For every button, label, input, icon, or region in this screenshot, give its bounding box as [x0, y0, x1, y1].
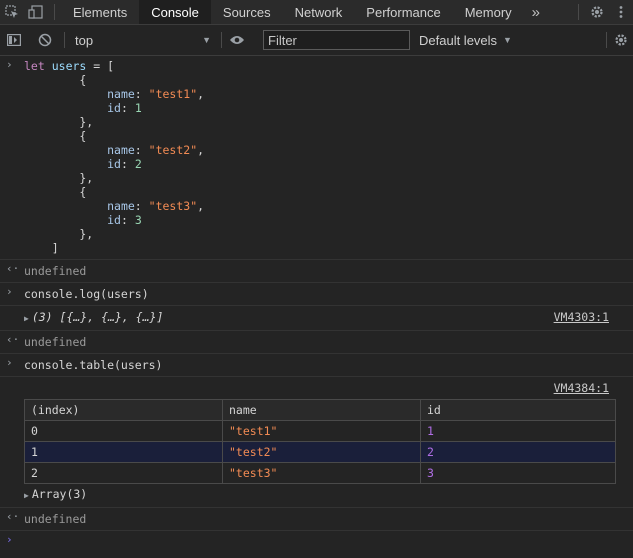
command-text: console.table(users): [24, 358, 163, 372]
log-levels-label: Default levels: [419, 32, 498, 48]
chevron-down-icon: ▼: [503, 35, 512, 45]
sidebar-toggle-icon[interactable]: [0, 28, 28, 52]
clear-console-icon[interactable]: [28, 28, 62, 52]
prompt-icon: ›: [6, 285, 13, 298]
console-input-entry: › let users = [ { name: "test1", id: 1 }…: [0, 56, 633, 260]
cell-name: "test3": [222, 462, 421, 484]
console-table: (index) name id 0 "test1" 1 1 "test2" 2 …: [24, 399, 616, 484]
console-settings-icon[interactable]: [609, 28, 633, 52]
cell-index: 0: [24, 420, 223, 442]
array-preview[interactable]: ▶ (3) [{…}, {…}, {…}]: [24, 310, 163, 324]
array-summary[interactable]: ▶ Array(3): [24, 487, 633, 503]
console-table-message: VM4384:1 (index) name id 0 "test1" 1 1 "…: [0, 377, 633, 508]
source-link[interactable]: VM4303:1: [554, 310, 609, 324]
tab-elements[interactable]: Elements: [61, 0, 139, 24]
settings-icon[interactable]: [585, 0, 609, 24]
table-row[interactable]: 1 "test2" 2: [24, 441, 616, 463]
table-header-row: (index) name id: [24, 399, 616, 421]
expand-triangle-icon[interactable]: ▶: [24, 491, 29, 500]
column-header-index[interactable]: (index): [24, 399, 223, 421]
console-log-message: ▶ (3) [{…}, {…}, {…}] VM4303:1: [0, 306, 633, 331]
device-toggle-icon[interactable]: [24, 0, 48, 24]
separator: [221, 32, 222, 48]
separator: [54, 4, 55, 20]
column-header-name[interactable]: name: [222, 399, 421, 421]
context-selector[interactable]: top ▼: [67, 29, 217, 51]
command-text: console.log(users): [24, 287, 149, 301]
eye-icon[interactable]: [226, 28, 248, 52]
cell-index: 1: [24, 441, 223, 463]
cell-id: 3: [420, 462, 616, 484]
result-value: undefined: [24, 264, 87, 278]
result-value: undefined: [24, 512, 87, 526]
console-toolbar: top ▼ Default levels ▼: [0, 25, 633, 56]
cell-id: 2: [420, 441, 616, 463]
tab-sources[interactable]: Sources: [211, 0, 283, 24]
console-result: ‹· undefined: [0, 508, 633, 531]
chevron-down-icon: ▼: [202, 35, 211, 45]
console-prompt[interactable]: ›: [0, 531, 633, 551]
column-header-id[interactable]: id: [420, 399, 616, 421]
prompt-icon: ›: [6, 58, 13, 71]
more-tabs-icon[interactable]: »: [524, 0, 548, 24]
cell-name: "test1": [222, 420, 421, 442]
context-label: top: [75, 32, 94, 48]
console-result: ‹· undefined: [0, 331, 633, 354]
devtools-tabbar: Elements Console Sources Network Perform…: [0, 0, 633, 25]
result-value: undefined: [24, 335, 87, 349]
prompt-icon: ›: [6, 356, 13, 369]
log-levels-dropdown[interactable]: Default levels ▼: [419, 25, 512, 55]
cell-index: 2: [24, 462, 223, 484]
more-menu-icon[interactable]: [609, 0, 633, 24]
separator: [606, 32, 607, 48]
tab-console[interactable]: Console: [139, 0, 211, 24]
source-link[interactable]: VM4384:1: [554, 381, 609, 395]
tab-memory[interactable]: Memory: [453, 0, 524, 24]
console-input-entry: › console.table(users): [0, 354, 633, 377]
tab-performance[interactable]: Performance: [354, 0, 452, 24]
inspect-icon[interactable]: [0, 0, 24, 24]
result-icon: ‹·: [6, 262, 20, 275]
expand-triangle-icon[interactable]: ▶: [24, 314, 29, 323]
console-input-entry: › console.log(users): [0, 283, 633, 306]
cell-name: "test2": [222, 441, 421, 463]
console-output: › let users = [ { name: "test1", id: 1 }…: [0, 56, 633, 551]
filter-input[interactable]: [263, 30, 410, 50]
tab-network[interactable]: Network: [283, 0, 355, 24]
cell-id: 1: [420, 420, 616, 442]
table-row[interactable]: 0 "test1" 1: [24, 420, 616, 442]
prompt-icon: ›: [6, 533, 13, 546]
result-icon: ‹·: [6, 510, 20, 523]
code-block: let users = [ { name: "test1", id: 1 }, …: [24, 59, 205, 255]
table-row[interactable]: 2 "test3" 3: [24, 462, 616, 484]
result-icon: ‹·: [6, 333, 20, 346]
separator: [64, 32, 65, 48]
separator: [578, 4, 579, 20]
console-result: ‹· undefined: [0, 260, 633, 283]
